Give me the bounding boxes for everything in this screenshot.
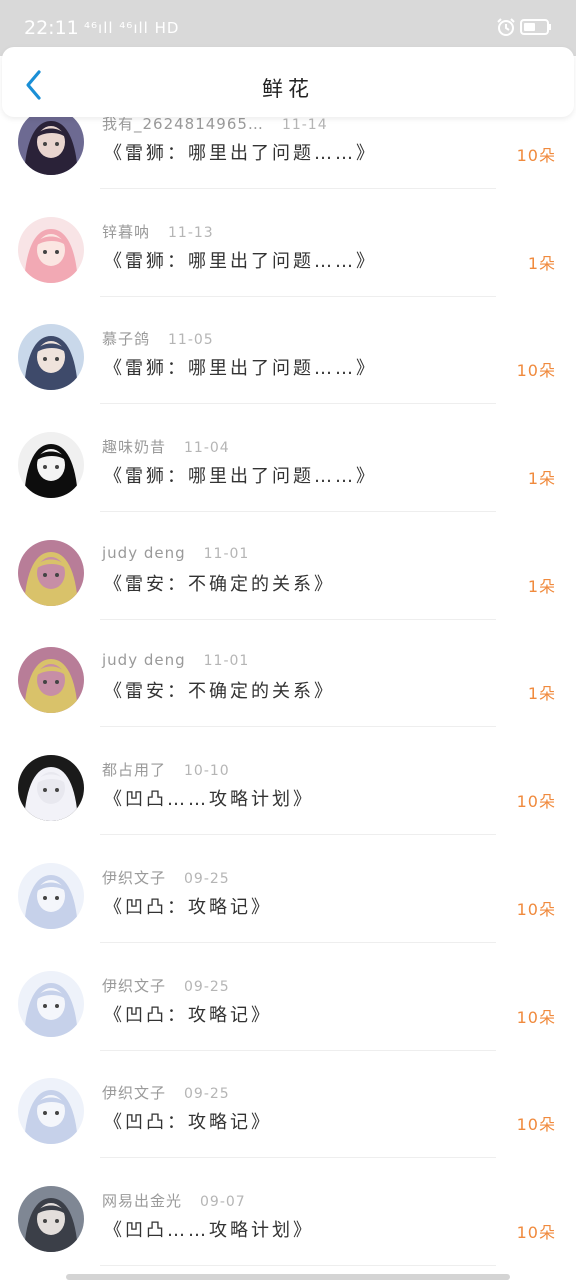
list-item[interactable]: 趣味奶昔 11-04 《雷狮：哪里出了问题……》 1朵: [0, 415, 576, 523]
work-title[interactable]: 《凹凸：攻略记》: [104, 1108, 272, 1134]
alarm-icon: [497, 18, 515, 36]
divider: [100, 941, 496, 943]
username-text[interactable]: 慕子鸽: [102, 330, 150, 348]
work-title[interactable]: 《凹凸：攻略记》: [104, 893, 272, 919]
username[interactable]: 伊织文子 09-25: [102, 1082, 230, 1103]
username[interactable]: 趣味奶昔 11-04: [102, 436, 230, 457]
list-item[interactable]: judy deng 11-01 《雷安：不确定的关系》 1朵: [0, 523, 576, 631]
work-title[interactable]: 《雷狮：哪里出了问题……》: [104, 247, 377, 273]
avatar[interactable]: [18, 539, 84, 606]
network-signal-icon: ⁴⁶ıll ⁴⁶ıll HD: [84, 19, 180, 37]
username[interactable]: 慕子鸽 11-05: [102, 328, 214, 349]
work-title[interactable]: 《凹凸……攻略计划》: [104, 1216, 314, 1242]
username-text[interactable]: 网易出金光: [102, 1192, 182, 1210]
work-title[interactable]: 《雷狮：哪里出了问题……》: [104, 462, 377, 488]
date-label: 11-01: [203, 545, 250, 562]
username-text[interactable]: 锌暮呐: [102, 223, 150, 241]
flower-count: 10朵: [516, 1115, 556, 1135]
flower-count: 10朵: [516, 1007, 556, 1027]
username[interactable]: 锌暮呐 11-13: [102, 221, 214, 242]
flower-count: 1朵: [527, 576, 556, 596]
list-item[interactable]: 伊织文子 09-25 《凹凸：攻略记》 10朵: [0, 846, 576, 954]
flower-count: 10朵: [516, 361, 556, 381]
list-item[interactable]: 锌暮呐 11-13 《雷狮：哪里出了问题……》 1朵: [0, 200, 576, 308]
avatar[interactable]: [18, 862, 84, 929]
username[interactable]: 伊织文子 09-25: [102, 975, 230, 996]
username-text[interactable]: 伊织文子: [102, 977, 166, 995]
username-text[interactable]: 伊织文子: [102, 1084, 166, 1102]
avatar[interactable]: [18, 1185, 84, 1252]
divider: [100, 295, 496, 297]
avatar[interactable]: [18, 432, 84, 499]
date-label: 11-05: [168, 332, 214, 349]
date-label: 11-13: [168, 224, 214, 241]
status-time: 22:11: [24, 17, 79, 39]
username[interactable]: 都占用了 10-10: [102, 759, 230, 780]
divider: [100, 403, 496, 405]
date-label: 09-07: [200, 1193, 246, 1210]
username[interactable]: 网易出金光 09-07: [102, 1190, 246, 1211]
list-item[interactable]: 慕子鸽 11-05 《雷狮：哪里出了问题……》 10朵: [0, 307, 576, 415]
flower-count: 10朵: [516, 792, 556, 812]
flower-count: 1朵: [527, 253, 556, 273]
date-label: 09-25: [184, 978, 230, 995]
avatar[interactable]: [18, 647, 84, 714]
username-text[interactable]: 伊织文子: [102, 869, 166, 887]
list-item[interactable]: 网易出金光 09-07 《凹凸……攻略计划》 10朵: [0, 1169, 576, 1277]
divider: [100, 1049, 496, 1051]
date-label: 11-01: [203, 653, 250, 670]
list-item[interactable]: 伊织文子 09-25 《凹凸：攻略记》 10朵: [0, 954, 576, 1062]
flower-count: 10朵: [516, 146, 556, 165]
battery-icon: [520, 19, 551, 35]
divider: [100, 511, 496, 513]
username[interactable]: judy deng 11-01: [102, 651, 249, 669]
username[interactable]: 伊织文子 09-25: [102, 867, 230, 888]
avatar[interactable]: [18, 970, 84, 1037]
date-label: 10-10: [184, 763, 230, 780]
avatar[interactable]: [18, 324, 84, 391]
username-text[interactable]: 都占用了: [102, 761, 166, 779]
divider: [100, 1157, 496, 1159]
divider: [100, 726, 496, 728]
avatar[interactable]: [18, 216, 84, 283]
date-label: 11-14: [281, 117, 328, 133]
avatar[interactable]: [18, 755, 84, 822]
list-item[interactable]: judy deng 11-01 《雷安：不确定的关系》 1朵: [0, 630, 576, 738]
work-title[interactable]: 《雷狮：哪里出了问题……》: [104, 139, 377, 165]
work-title[interactable]: 《雷狮：哪里出了问题……》: [104, 354, 377, 380]
work-title[interactable]: 《雷安：不确定的关系》: [104, 570, 335, 596]
divider: [100, 618, 496, 620]
page-header: 鲜花: [2, 47, 574, 117]
divider: [100, 188, 496, 189]
page-title: 鲜花: [262, 77, 314, 101]
date-label: 09-25: [184, 870, 230, 887]
home-indicator[interactable]: [66, 1274, 510, 1280]
work-title[interactable]: 《雷安：不确定的关系》: [104, 677, 335, 703]
flower-count: 10朵: [516, 899, 556, 919]
flower-count: 10朵: [516, 1222, 556, 1242]
divider: [100, 1264, 496, 1266]
avatar[interactable]: [18, 1078, 84, 1145]
list-item[interactable]: 伊织文子 09-25 《凹凸：攻略记》 10朵: [0, 1061, 576, 1169]
username-text[interactable]: 趣味奶昔: [102, 438, 166, 456]
avatar[interactable]: [18, 109, 84, 175]
flower-gift-list[interactable]: 我有_2624814965… 11-14 《雷狮：哪里出了问题……》 10朵 锌暮…: [0, 92, 576, 1277]
flower-count: 1朵: [527, 684, 556, 704]
divider: [100, 834, 496, 836]
list-item[interactable]: 都占用了 10-10 《凹凸……攻略计划》 10朵: [0, 738, 576, 846]
username-text[interactable]: 我有_2624814965…: [102, 115, 264, 133]
username[interactable]: judy deng 11-01: [102, 544, 249, 562]
work-title[interactable]: 《凹凸……攻略计划》: [104, 785, 314, 811]
work-title[interactable]: 《凹凸：攻略记》: [104, 1001, 272, 1027]
username-text[interactable]: judy deng: [102, 651, 186, 669]
date-label: 11-04: [184, 440, 230, 457]
flower-count: 1朵: [527, 469, 556, 489]
username-text[interactable]: judy deng: [102, 544, 186, 562]
date-label: 09-25: [184, 1086, 230, 1103]
